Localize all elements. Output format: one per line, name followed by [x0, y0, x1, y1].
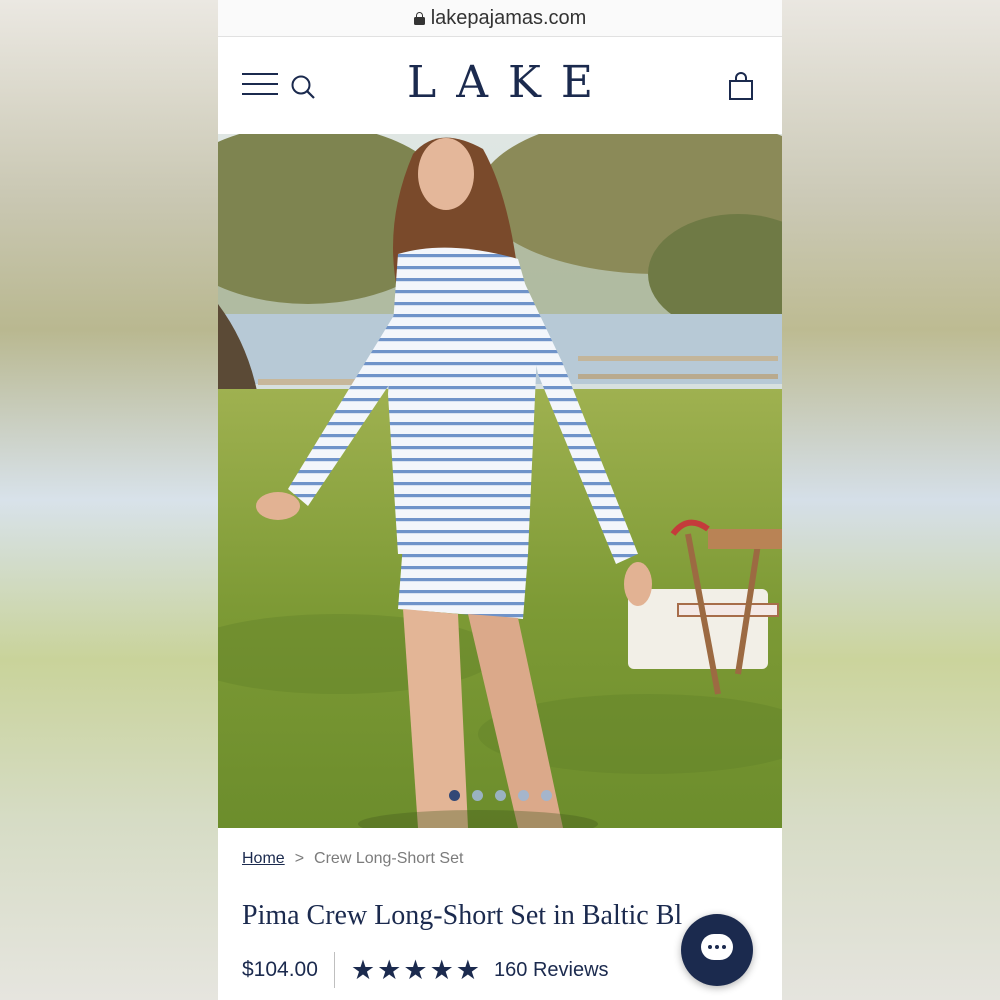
star-icon: ★: [350, 954, 376, 985]
lock-icon: [413, 11, 425, 25]
carousel-dot[interactable]: [494, 790, 506, 801]
breadcrumb-home-link[interactable]: Home: [242, 850, 285, 868]
shopping-bag-icon[interactable]: [728, 71, 754, 101]
site-header: LAKE: [218, 37, 782, 133]
carousel-dots: [218, 790, 782, 801]
rating-stars[interactable]: ★ ★ ★ ★ ★: [350, 954, 481, 985]
breadcrumb: Home > Crew Long-Short Set: [242, 850, 463, 868]
background-left: [0, 0, 218, 1000]
url-text: lakepajamas.com: [430, 6, 587, 29]
background-right: [782, 0, 1000, 1000]
product-title: Pima Crew Long-Short Set in Baltic Bl: [242, 900, 683, 931]
breadcrumb-separator: >: [294, 850, 305, 867]
star-icon: ★: [455, 954, 481, 985]
star-icon: ★: [403, 954, 428, 985]
hero-photo: [218, 134, 782, 828]
carousel-dot[interactable]: [471, 790, 483, 801]
reviews-link[interactable]: 160 Reviews: [494, 959, 609, 982]
browser-url-bar[interactable]: lakepajamas.com: [218, 0, 782, 37]
product-price: $104.00: [242, 952, 335, 988]
carousel-dot[interactable]: [517, 790, 529, 801]
breadcrumb-current: Crew Long-Short Set: [314, 850, 464, 867]
carousel-dot[interactable]: [540, 790, 552, 801]
star-icon: ★: [377, 954, 402, 985]
chat-button[interactable]: [681, 914, 753, 986]
product-hero-image[interactable]: [218, 134, 782, 828]
phone-screen: lakepajamas.com LAKE Home > Crew Long-Sh…: [218, 0, 782, 1000]
brand-logo[interactable]: LAKE: [218, 57, 782, 108]
price-rating-row: $104.00 ★ ★ ★ ★ ★ 160 Reviews: [242, 952, 609, 988]
chat-icon: [701, 934, 733, 960]
carousel-dot[interactable]: [448, 790, 460, 801]
star-icon: ★: [429, 954, 454, 985]
